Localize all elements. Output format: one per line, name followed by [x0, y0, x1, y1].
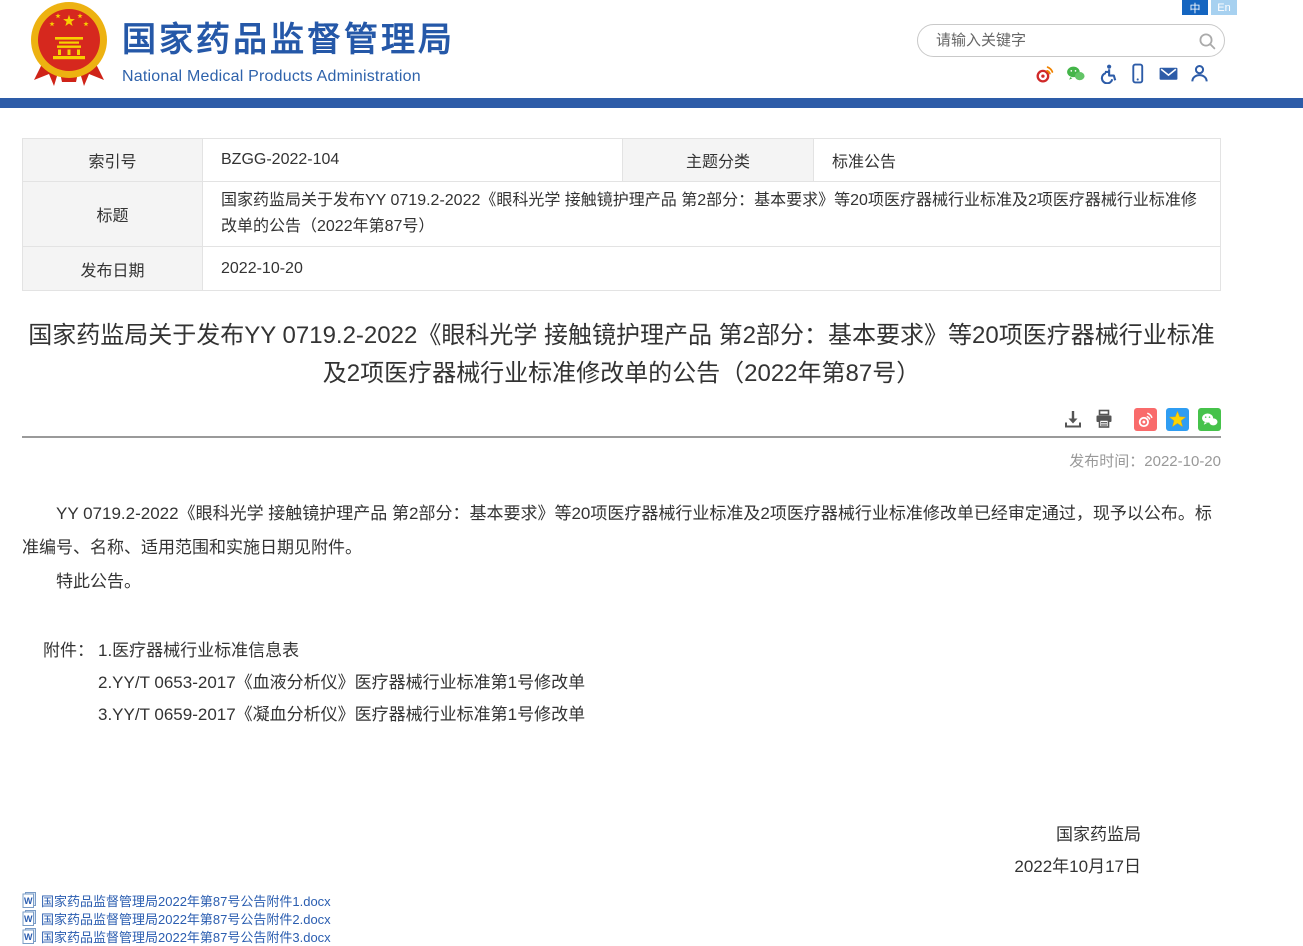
- sign-date: 2022年10月17日: [22, 851, 1141, 883]
- title-label: 标题: [23, 182, 203, 247]
- table-row: 标题 国家药监局关于发布YY 0719.2-2022《眼科光学 接触镜护理产品 …: [23, 182, 1221, 247]
- attachment-item: 3.YY/T 0659-2017《凝血分析仪》医疗器械行业标准第1号修改单: [98, 699, 585, 731]
- header-divider-bar: [0, 98, 1303, 108]
- word-doc-icon: W: [22, 910, 37, 926]
- category-value: 标准公告: [814, 139, 1221, 182]
- search-icon[interactable]: [1190, 26, 1224, 56]
- doc-download-link[interactable]: W 国家药品监督管理局2022年第87号公告附件3.docx: [22, 927, 1221, 945]
- share-qzone-button[interactable]: [1166, 408, 1189, 431]
- attachment-download-links: W 国家药品监督管理局2022年第87号公告附件1.docx W 国家药品监督管…: [22, 891, 1221, 945]
- header-quick-links: [1034, 63, 1210, 84]
- article-body: YY 0719.2-2022《眼科光学 接触镜护理产品 第2部分：基本要求》等2…: [22, 497, 1221, 599]
- signature-block: 国家药监局 2022年10月17日: [22, 819, 1221, 883]
- attachment-item: 1.医疗器械行业标准信息表: [98, 635, 299, 667]
- svg-text:W: W: [24, 932, 33, 942]
- accessibility-icon[interactable]: [1096, 63, 1117, 84]
- attachment-list: 附件： 1.医疗器械行业标准信息表 2.YY/T 0653-2017《血液分析仪…: [22, 635, 1221, 731]
- title-value: 国家药监局关于发布YY 0719.2-2022《眼科光学 接触镜护理产品 第2部…: [203, 182, 1221, 247]
- national-emblem-logo: [25, 0, 113, 92]
- publish-date-value: 2022-10-20: [203, 247, 1221, 291]
- publish-time: 发布时间：2022-10-20: [22, 450, 1221, 471]
- attachments-label: 附件：: [43, 635, 98, 667]
- category-label: 主题分类: [623, 139, 814, 182]
- index-number-value: BZGG-2022-104: [203, 139, 623, 182]
- svg-text:W: W: [24, 914, 33, 924]
- list-item: 3.YY/T 0659-2017《凝血分析仪》医疗器械行业标准第1号修改单: [43, 699, 1221, 731]
- share-wechat-button[interactable]: [1198, 408, 1221, 431]
- list-item: 2.YY/T 0653-2017《血液分析仪》医疗器械行业标准第1号修改单: [43, 667, 1221, 699]
- site-title-zh: 国家药品监督管理局: [122, 12, 455, 61]
- main-content: 索引号 BZGG-2022-104 主题分类 标准公告 标题 国家药监局关于发布…: [22, 138, 1221, 945]
- language-toggle: 中 En: [1182, 0, 1237, 15]
- share-weibo-button[interactable]: [1134, 408, 1157, 431]
- page-title: 国家药监局关于发布YY 0719.2-2022《眼科光学 接触镜护理产品 第2部…: [22, 317, 1221, 393]
- doc-download-link[interactable]: W 国家药品监督管理局2022年第87号公告附件2.docx: [22, 909, 1221, 927]
- doc-download-link[interactable]: W 国家药品监督管理局2022年第87号公告附件1.docx: [22, 891, 1221, 909]
- article-toolbar: [22, 407, 1221, 431]
- attachment-item: 2.YY/T 0653-2017《血液分析仪》医疗器械行业标准第1号修改单: [98, 667, 585, 699]
- mobile-icon[interactable]: [1127, 63, 1148, 84]
- index-number-label: 索引号: [23, 139, 203, 182]
- site-title-block: 国家药品监督管理局 National Medical Products Admi…: [122, 12, 455, 86]
- lang-english-button[interactable]: En: [1211, 0, 1237, 15]
- publish-date-label: 发布日期: [23, 247, 203, 291]
- table-row: 发布日期 2022-10-20: [23, 247, 1221, 291]
- signer-name: 国家药监局: [22, 819, 1141, 851]
- table-row: 索引号 BZGG-2022-104 主题分类 标准公告: [23, 139, 1221, 182]
- word-doc-icon: W: [22, 928, 37, 944]
- article-paragraph: 特此公告。: [22, 565, 1221, 599]
- user-icon[interactable]: [1189, 63, 1210, 84]
- document-info-table: 索引号 BZGG-2022-104 主题分类 标准公告 标题 国家药监局关于发布…: [22, 138, 1221, 291]
- lang-chinese-button[interactable]: 中: [1182, 0, 1208, 15]
- mail-icon[interactable]: [1158, 63, 1179, 84]
- search-input[interactable]: [918, 32, 1190, 49]
- list-item: 附件： 1.医疗器械行业标准信息表: [43, 635, 1221, 667]
- svg-text:W: W: [24, 896, 33, 906]
- publish-time-label: 发布时间：: [1069, 453, 1144, 470]
- publish-time-value: 2022-10-20: [1144, 453, 1221, 470]
- word-doc-icon: W: [22, 892, 37, 908]
- download-icon[interactable]: [1062, 408, 1084, 430]
- weibo-icon[interactable]: [1034, 63, 1055, 84]
- article-paragraph: YY 0719.2-2022《眼科光学 接触镜护理产品 第2部分：基本要求》等2…: [22, 497, 1221, 565]
- site-title-en: National Medical Products Administration: [122, 68, 455, 86]
- title-divider: [22, 436, 1221, 438]
- print-icon[interactable]: [1093, 408, 1115, 430]
- wechat-icon[interactable]: [1065, 63, 1086, 84]
- search-box: [917, 24, 1225, 57]
- site-header: 国家药品监督管理局 National Medical Products Admi…: [0, 0, 1303, 98]
